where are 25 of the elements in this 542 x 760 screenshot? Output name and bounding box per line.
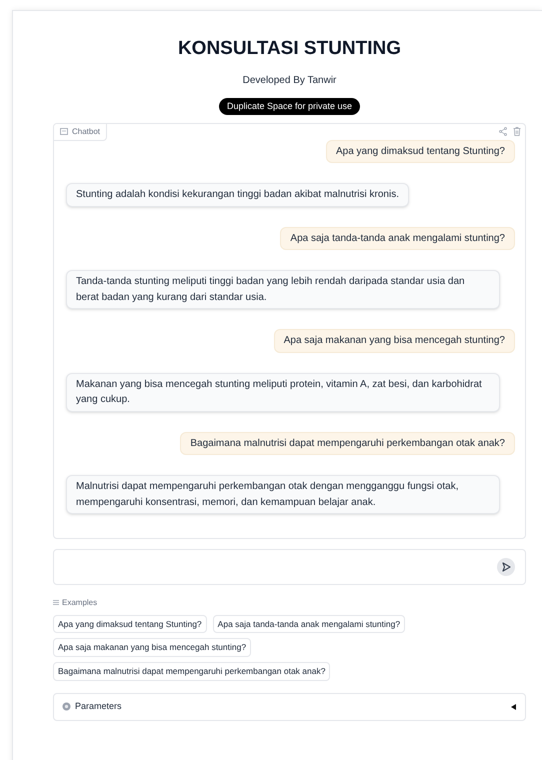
example-chip[interactable]: Bagaimana malnutrisi dapat mempengaruhi perkembangan otak anak? [53, 662, 330, 681]
parameters-accordion[interactable]: Parameters [53, 692, 526, 721]
bot-message: Stunting adalah kondisi kekurangan tinggi badan akibat malnutrisi kronis. [66, 183, 409, 207]
example-chip[interactable]: Apa yang dimaksud tentang Stunting? [53, 614, 207, 634]
chat-icon [60, 128, 68, 136]
send-icon[interactable] [497, 558, 515, 576]
page-title: KONSULTASI STUNTING [178, 37, 402, 61]
bot-message: Malnutrisi dapat mempengaruhi perkembangan otak dengan mengganggu fungsi otak, mempengaruhi konsentrasi, memori, dan kemampuan belajar anak. [66, 475, 500, 514]
parameters-label: Parameters [75, 700, 123, 713]
examples-label: Examples [62, 596, 98, 609]
share-icon[interactable] [499, 126, 507, 136]
trash-icon[interactable] [513, 126, 521, 136]
bot-message: Makanan yang bisa mencegah stunting meliputi protein, vitamin A, zat besi, dan karbohidrat yang cukup. [66, 372, 500, 412]
user-message: Bagaimana malnutrisi dapat mempengaruhi perkembangan otak anak? [180, 432, 515, 456]
user-message: Apa saja tanda-tanda anak mengalami stunting? [280, 226, 515, 250]
user-message: Apa saja makanan yang bisa mencegah stunting? [274, 329, 515, 353]
subtitle: Developed By Tanwir [242, 74, 336, 88]
message-input[interactable] [53, 548, 526, 585]
user-message: Apa yang dimaksud tentang Stunting? [326, 140, 515, 164]
bot-message: Tanda-tanda stunting meliputi tinggi badan yang lebih rendah daripada standar usia dan berat badan yang kurang dari standar usia. [66, 270, 500, 310]
example-chip[interactable]: Apa saja tanda-tanda anak mengalami stunting? [212, 614, 406, 634]
list-icon [53, 600, 59, 606]
example-chip[interactable]: Apa saja makanan yang bisa mencegah stunting? [53, 638, 252, 657]
duplicate-space-button[interactable]: Duplicate Space for private use [218, 98, 360, 115]
chatbot-label-text: Chatbot [72, 126, 100, 138]
